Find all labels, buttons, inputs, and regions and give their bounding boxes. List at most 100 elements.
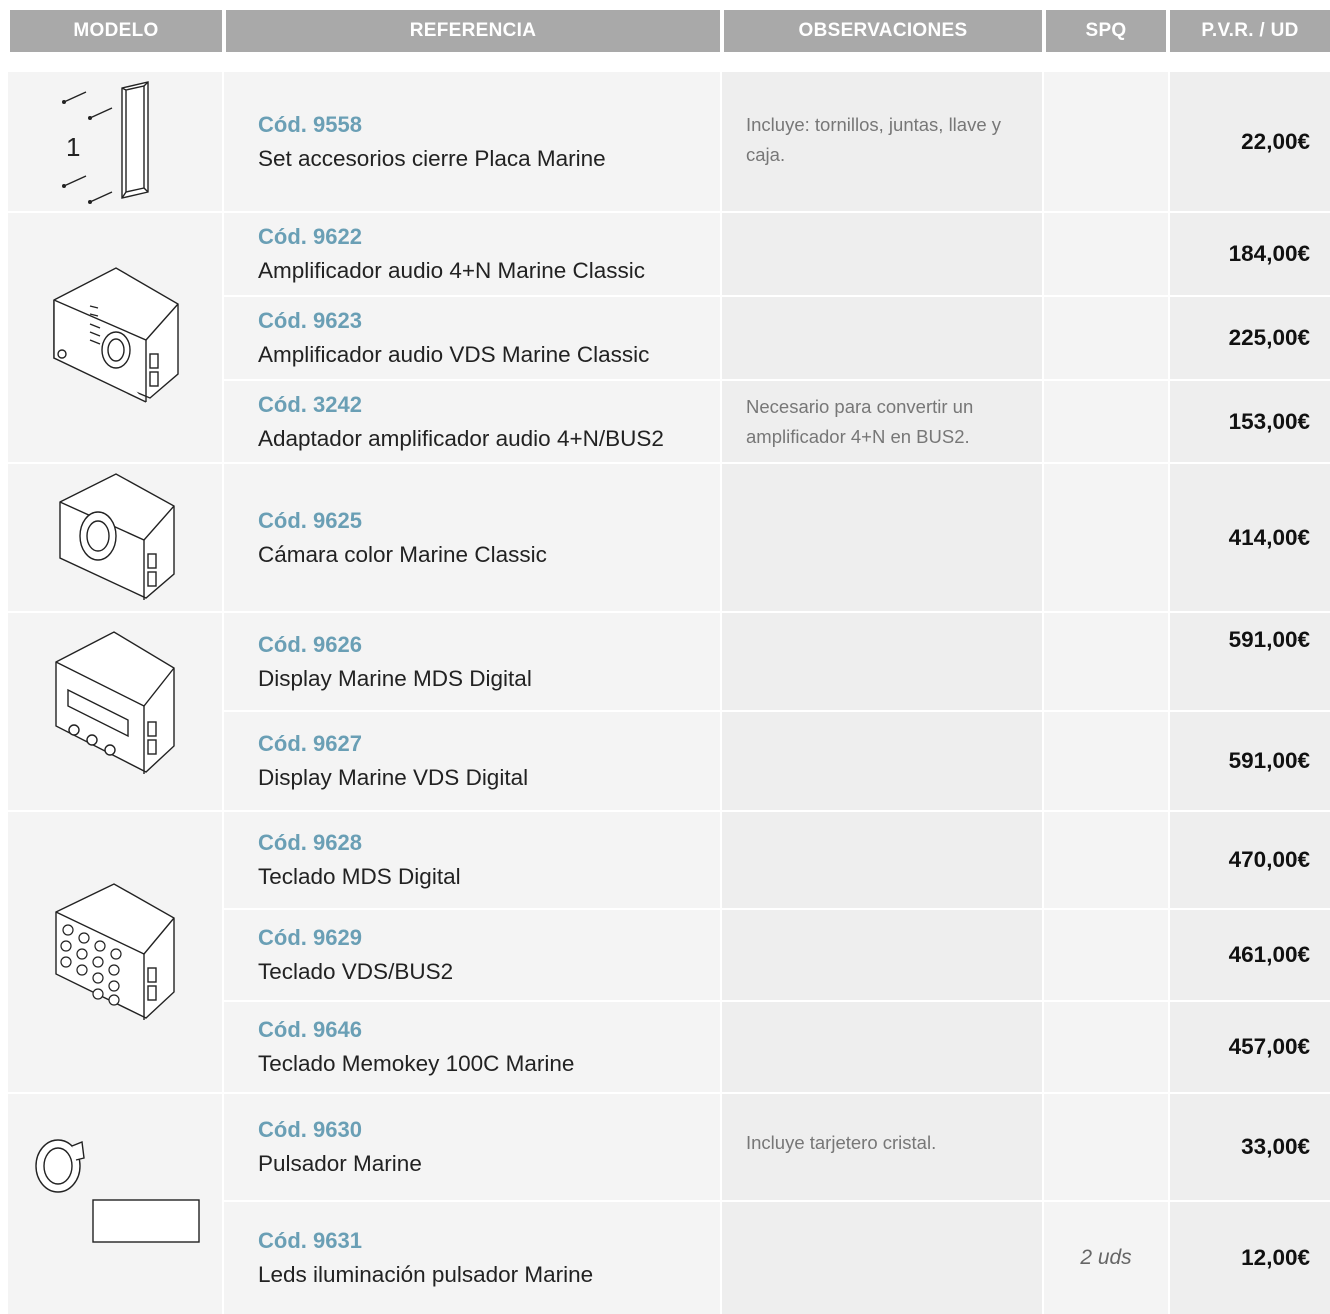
product-code: Cód. 9646 xyxy=(258,1017,362,1042)
card-holder-icon xyxy=(92,1199,200,1243)
row-9630-spq xyxy=(1044,1094,1168,1200)
price-value: 22,00€ xyxy=(1241,128,1310,154)
push-button-icon xyxy=(35,1139,85,1193)
row-9629-spq xyxy=(1044,910,1168,1000)
row-9626-observaciones xyxy=(722,613,1042,710)
observation-text: Incluye: tornillos, juntas, llave y caja… xyxy=(746,114,1002,165)
price-value: 153,00€ xyxy=(1228,408,1310,434)
header-referencia: REFERENCIA xyxy=(226,10,720,52)
row-9646-spq xyxy=(1044,1002,1168,1092)
row-9627-spq xyxy=(1044,712,1168,810)
product-code: Cód. 9631 xyxy=(258,1228,362,1253)
product-code: Cód. 3242 xyxy=(258,391,362,417)
accessory-number-label: 1 xyxy=(66,132,80,162)
row-9627-referencia: Cód. 9627 Display Marine VDS Digital xyxy=(224,712,720,810)
product-description: Set accesorios cierre Placa Marine xyxy=(258,145,606,171)
row-9623-referencia: Cód. 9623 Amplificador audio VDS Marine C… xyxy=(224,297,720,379)
price-value: 33,00€ xyxy=(1241,1134,1310,1159)
header-observaciones: OBSERVACIONES xyxy=(724,10,1042,52)
product-code: Cód. 9558 xyxy=(258,111,362,137)
row-9630-referencia: Cód. 9630 Pulsador Marine xyxy=(224,1094,720,1200)
row-9629-observaciones xyxy=(722,910,1042,1000)
row-9646-price: 457,00€ xyxy=(1170,1002,1330,1092)
row-9631-spq: 2 uds xyxy=(1044,1202,1168,1314)
product-description: Display Marine VDS Digital xyxy=(258,765,529,790)
row-9558-spq xyxy=(1044,72,1168,211)
product-code: Cód. 9625 xyxy=(258,507,362,533)
observation-text: Incluye tarjetero cristal. xyxy=(746,1132,937,1153)
product-code: Cód. 9622 xyxy=(258,224,362,249)
amplifier-module-icon xyxy=(53,267,179,403)
row-9630-observaciones: Incluye tarjetero cristal. xyxy=(722,1094,1042,1200)
product-description: Leds iluminación pulsador Marine xyxy=(258,1262,594,1287)
row-9558-referencia: Cód. 9558 Set accesorios cierre Placa Mar… xyxy=(224,72,720,211)
row-9628-observaciones xyxy=(722,812,1042,908)
row-9622-observaciones xyxy=(722,213,1042,295)
row-9628-spq xyxy=(1044,812,1168,908)
product-description: Teclado MDS Digital xyxy=(258,864,461,889)
price-value: 470,00€ xyxy=(1228,847,1310,872)
display-module-icon xyxy=(55,631,175,774)
row-9626-referencia: Cód. 9626 Display Marine MDS Digital xyxy=(224,613,720,710)
row-9623-price: 225,00€ xyxy=(1170,297,1330,379)
row-9630-price: 33,00€ xyxy=(1170,1094,1330,1200)
price-value: 184,00€ xyxy=(1228,241,1310,266)
product-description: Amplificador audio 4+N Marine Classic xyxy=(258,258,646,283)
row-9628-price: 470,00€ xyxy=(1170,812,1330,908)
price-value: 591,00€ xyxy=(1228,627,1310,652)
row-9622-referencia: Cód. 9622 Amplificador audio 4+N Marine C… xyxy=(224,213,720,295)
product-description: Adaptador amplificador audio 4+N/BUS2 xyxy=(258,425,664,451)
row-9625-price: 414,00€ xyxy=(1170,464,1330,611)
row-3242-spq xyxy=(1044,381,1168,462)
price-value: 225,00€ xyxy=(1228,325,1310,350)
row-3242-referencia: Cód. 3242 Adaptador amplificador audio 4+… xyxy=(224,381,720,462)
row-9629-referencia: Cód. 9629 Teclado VDS/BUS2 xyxy=(224,910,720,1000)
row-9646-referencia: Cód. 9646 Teclado Memokey 100C Marine xyxy=(224,1002,720,1092)
price-value: 12,00€ xyxy=(1241,1245,1310,1270)
row-9558-price: 22,00€ xyxy=(1170,72,1330,211)
row-9628-referencia: Cód. 9628 Teclado MDS Digital xyxy=(224,812,720,908)
row-9646-observaciones xyxy=(722,1002,1042,1092)
price-value: 591,00€ xyxy=(1228,748,1310,773)
row-9558-observaciones: Incluye: tornillos, juntas, llave y caja… xyxy=(722,72,1042,211)
price-value: 457,00€ xyxy=(1228,1034,1310,1059)
row-9631-price: 12,00€ xyxy=(1170,1202,1330,1314)
product-code: Cód. 9629 xyxy=(258,925,362,950)
row-9623-observaciones xyxy=(722,297,1042,379)
product-code: Cód. 9623 xyxy=(258,308,362,333)
product-code: Cód. 9627 xyxy=(258,731,362,756)
product-code: Cód. 9628 xyxy=(258,830,362,855)
row-9627-price: 591,00€ xyxy=(1170,712,1330,810)
camera-module-icon xyxy=(59,473,175,600)
product-description: Pulsador Marine xyxy=(258,1151,422,1176)
product-code: Cód. 9630 xyxy=(258,1117,362,1142)
row-9629-price: 461,00€ xyxy=(1170,910,1330,1000)
row-9625-observaciones xyxy=(722,464,1042,611)
row-3242-observaciones: Necesario para convertir un amplificador… xyxy=(722,381,1042,462)
observation-text: Necesario para convertir un amplificador… xyxy=(746,395,974,447)
row-9631-referencia: Cód. 9631 Leds iluminación pulsador Marin… xyxy=(224,1202,720,1314)
header-spq: SPQ xyxy=(1046,10,1166,52)
row-9622-price: 184,00€ xyxy=(1170,213,1330,295)
product-description: Cámara color Marine Classic xyxy=(258,541,547,567)
product-description: Teclado VDS/BUS2 xyxy=(258,959,454,984)
product-description: Display Marine MDS Digital xyxy=(258,665,532,691)
row-9627-observaciones xyxy=(722,712,1042,810)
row-9625-referencia: Cód. 9625 Cámara color Marine Classic xyxy=(224,464,720,611)
row-9626-price: 591,00€ xyxy=(1170,613,1330,710)
spq-value: 2 uds xyxy=(1080,1246,1132,1269)
product-code: Cód. 9626 xyxy=(258,631,362,657)
row-9626-spq xyxy=(1044,613,1168,710)
keypad-module-icon xyxy=(55,883,175,1020)
row-9631-observaciones xyxy=(722,1202,1042,1314)
price-value: 461,00€ xyxy=(1228,942,1310,967)
row-9622-spq xyxy=(1044,213,1168,295)
accessory-kit-icon: 1 xyxy=(62,81,149,204)
row-3242-price: 153,00€ xyxy=(1170,381,1330,462)
price-value: 414,00€ xyxy=(1228,524,1310,550)
row-9625-spq xyxy=(1044,464,1168,611)
header-modelo: MODELO xyxy=(10,10,222,52)
header-pvr: P.V.R. / UD xyxy=(1170,10,1330,52)
product-description: Amplificador audio VDS Marine Classic xyxy=(258,342,650,367)
row-9623-spq xyxy=(1044,297,1168,379)
